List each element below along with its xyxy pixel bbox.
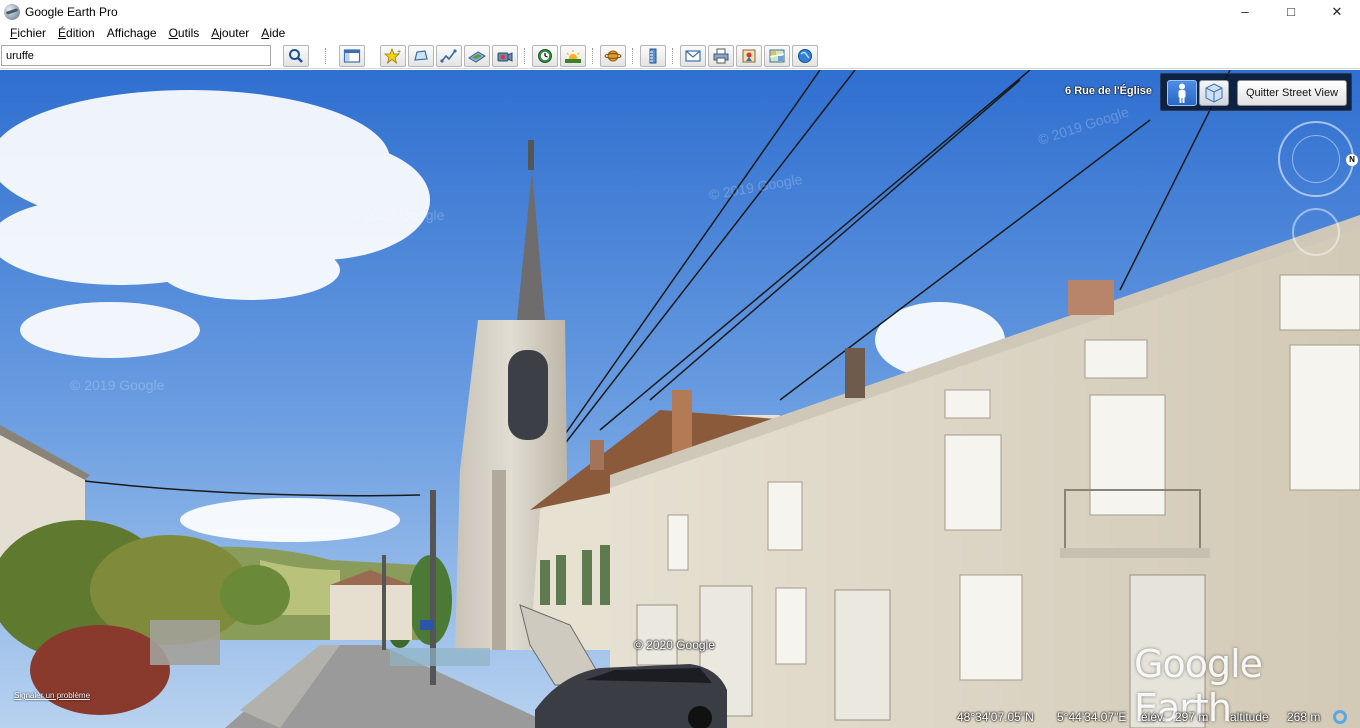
menu-bar: Fichier Édition Affichage Outils Ajouter… bbox=[0, 23, 1360, 43]
latitude-readout: 48°34'07.05"N bbox=[957, 710, 1034, 724]
toolbar: + bbox=[0, 43, 1360, 69]
path-icon bbox=[440, 49, 457, 63]
view-in-maps-icon bbox=[769, 49, 785, 63]
save-image-button[interactable] bbox=[736, 45, 762, 67]
menu-ajouter[interactable]: Ajouter bbox=[205, 26, 255, 40]
menu-fichier[interactable]: Fichier bbox=[4, 26, 52, 40]
cube-icon bbox=[1205, 83, 1223, 103]
photo-view-button[interactable] bbox=[1199, 80, 1229, 106]
move-joystick[interactable] bbox=[1292, 208, 1340, 256]
window-title: Google Earth Pro bbox=[25, 4, 118, 19]
street-view-controls: Quitter Street View bbox=[1160, 73, 1352, 111]
longitude-readout: 5°44'34.07"E bbox=[1057, 710, 1127, 724]
planets-icon bbox=[604, 50, 622, 62]
pegman-icon bbox=[1178, 83, 1186, 103]
menu-affichage[interactable]: Affichage bbox=[101, 26, 163, 40]
add-polygon-button[interactable] bbox=[408, 45, 434, 67]
imagery-copyright: © 2020 Google bbox=[634, 638, 715, 652]
earth-gallery-icon bbox=[798, 49, 812, 63]
ruler-button[interactable] bbox=[640, 45, 666, 67]
window-controls: – □ ✕ bbox=[1222, 0, 1360, 23]
search-input[interactable] bbox=[1, 45, 271, 66]
toolbar-separator bbox=[524, 48, 525, 64]
ruler-icon bbox=[649, 48, 657, 64]
toolbar-separator bbox=[672, 48, 673, 64]
add-image-overlay-button[interactable] bbox=[464, 45, 490, 67]
menu-edition[interactable]: Édition bbox=[52, 26, 101, 40]
ground-level-view-button[interactable] bbox=[1167, 80, 1197, 106]
email-button[interactable] bbox=[680, 45, 706, 67]
quit-street-view-button[interactable]: Quitter Street View bbox=[1237, 80, 1347, 106]
minimize-button[interactable]: – bbox=[1222, 0, 1268, 23]
report-problem-link[interactable]: Signaler un problème bbox=[14, 691, 90, 700]
toolbar-separator bbox=[592, 48, 593, 64]
record-tour-button[interactable] bbox=[492, 45, 518, 67]
search-button[interactable] bbox=[283, 45, 309, 67]
altitude-value: 268 m bbox=[1287, 710, 1321, 724]
street-view-viewport[interactable]: © 2019 Google © 2019 Google © 2019 Googl… bbox=[0, 70, 1360, 728]
email-icon bbox=[685, 50, 701, 62]
print-icon bbox=[713, 48, 729, 64]
add-path-button[interactable] bbox=[436, 45, 462, 67]
svg-text:+: + bbox=[397, 49, 401, 56]
add-placemark-button[interactable]: + bbox=[380, 45, 406, 67]
maximize-button[interactable]: □ bbox=[1268, 0, 1314, 23]
toolbar-separator bbox=[325, 48, 326, 64]
svg-text:© 2019 Google: © 2019 Google bbox=[70, 377, 165, 393]
toolbar-separator bbox=[632, 48, 633, 64]
status-bar: 48°34'07.05"N 5°44'34.07"E élév. 297 m a… bbox=[0, 706, 1360, 728]
placemark-icon: + bbox=[384, 48, 401, 64]
search-icon bbox=[289, 49, 303, 63]
close-button[interactable]: ✕ bbox=[1314, 0, 1360, 23]
elevation-label: élév. bbox=[1141, 710, 1166, 724]
google-earth-app-icon bbox=[4, 3, 20, 20]
look-around-ring[interactable] bbox=[1278, 121, 1354, 197]
look-joystick[interactable] bbox=[1292, 135, 1340, 183]
altitude-label: altitude bbox=[1230, 710, 1269, 724]
print-button[interactable] bbox=[708, 45, 734, 67]
sidebar-toggle-button[interactable] bbox=[339, 45, 365, 67]
historical-imagery-icon bbox=[538, 49, 552, 63]
menu-outils[interactable]: Outils bbox=[163, 26, 206, 40]
image-overlay-icon bbox=[468, 51, 486, 63]
street-view-panorama: © 2019 Google © 2019 Google © 2019 Googl… bbox=[0, 70, 1360, 728]
street-view-address: 6 Rue de l'Église bbox=[1065, 85, 1152, 97]
record-tour-icon bbox=[497, 52, 513, 62]
polygon-icon bbox=[414, 50, 428, 61]
title-bar: Google Earth Pro – □ ✕ bbox=[0, 0, 1360, 23]
view-in-maps-button[interactable] bbox=[764, 45, 790, 67]
menu-aide[interactable]: Aide bbox=[255, 26, 291, 40]
north-button[interactable]: N bbox=[1346, 154, 1358, 166]
planets-button[interactable] bbox=[600, 45, 626, 67]
historical-imagery-button[interactable] bbox=[532, 45, 558, 67]
sunlight-icon bbox=[565, 50, 581, 63]
streaming-indicator-icon bbox=[1333, 710, 1347, 724]
save-image-icon bbox=[742, 49, 756, 63]
elevation-value: 297 m bbox=[1175, 710, 1209, 724]
earth-gallery-button[interactable] bbox=[792, 45, 818, 67]
sidebar-toggle-icon bbox=[343, 49, 361, 63]
sunlight-button[interactable] bbox=[560, 45, 586, 67]
svg-text:© 2019 Google: © 2019 Google bbox=[350, 207, 445, 223]
